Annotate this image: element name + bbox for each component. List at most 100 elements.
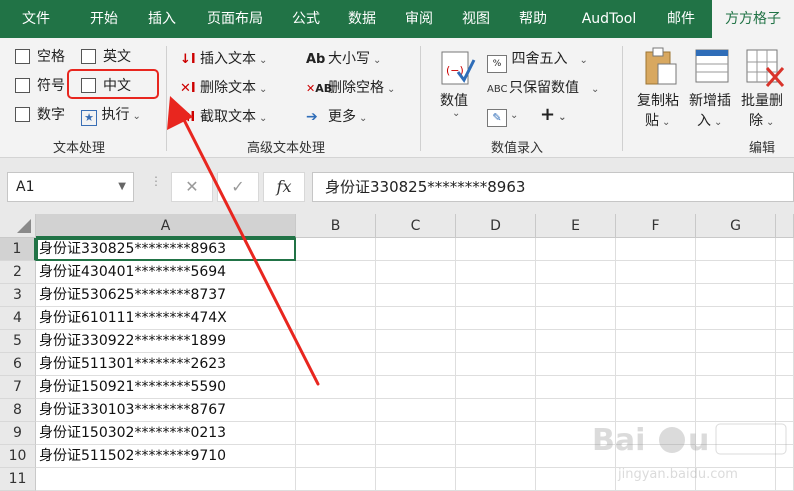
cell-empty[interactable] — [376, 353, 456, 376]
cell-a[interactable]: 身份证530625********8737 — [36, 284, 296, 307]
delete-spaces-button[interactable]: ✕AB删除空格 ⌄ — [306, 77, 395, 97]
english-checkbox[interactable] — [81, 49, 96, 64]
cell-empty[interactable] — [376, 376, 456, 399]
column-header-d[interactable]: D — [456, 214, 536, 238]
cell-empty[interactable] — [536, 330, 616, 353]
tab-review[interactable]: 审阅 — [394, 0, 444, 38]
select-all-corner[interactable] — [0, 214, 36, 238]
tab-home[interactable]: 开始 — [78, 0, 130, 38]
copy-paste-button[interactable]: 复制粘 贴 ⌄ — [637, 90, 679, 130]
cell-empty[interactable] — [536, 284, 616, 307]
cell-empty[interactable] — [456, 307, 536, 330]
tab-fangfang[interactable]: 方方格子 — [712, 0, 794, 38]
cell-empty[interactable] — [616, 284, 696, 307]
cancel-button[interactable]: ✕ — [171, 172, 213, 202]
tab-page-layout[interactable]: 页面布局 — [195, 0, 275, 38]
cell-empty[interactable] — [296, 238, 376, 261]
cell-empty[interactable] — [296, 261, 376, 284]
tab-view[interactable]: 视图 — [451, 0, 501, 38]
row-header[interactable]: 3 — [0, 284, 36, 307]
cell-empty[interactable] — [616, 307, 696, 330]
cell-empty[interactable] — [296, 376, 376, 399]
tab-insert[interactable]: 插入 — [136, 0, 188, 38]
row-header[interactable]: 1 — [0, 238, 36, 261]
cell-empty[interactable] — [296, 422, 376, 445]
cell-a[interactable]: 身份证330825********8963 — [36, 238, 296, 261]
cell-a[interactable]: 身份证430401********5694 — [36, 261, 296, 284]
cell-empty[interactable] — [536, 376, 616, 399]
cell-empty[interactable] — [376, 468, 456, 491]
cell-empty[interactable] — [456, 353, 536, 376]
row-header[interactable]: 8 — [0, 399, 36, 422]
cell-empty[interactable] — [296, 445, 376, 468]
cell-empty[interactable] — [376, 284, 456, 307]
row-header[interactable]: 6 — [0, 353, 36, 376]
confirm-button[interactable]: ✓ — [217, 172, 259, 202]
cell-empty[interactable] — [776, 261, 794, 284]
cell-empty[interactable] — [376, 307, 456, 330]
cell-a[interactable]: 身份证330103********8767 — [36, 399, 296, 422]
cell-empty[interactable] — [376, 330, 456, 353]
value-button[interactable]: 数值 — [440, 90, 468, 110]
cell-empty[interactable] — [776, 307, 794, 330]
symbol-checkbox[interactable] — [15, 78, 30, 93]
cell-empty[interactable] — [296, 399, 376, 422]
cell-empty[interactable] — [296, 284, 376, 307]
cell-a[interactable]: 身份证150302********0213 — [36, 422, 296, 445]
cell-a[interactable]: 身份证150921********5590 — [36, 376, 296, 399]
cell-empty[interactable] — [696, 307, 776, 330]
cell-empty[interactable] — [456, 284, 536, 307]
number-checkbox[interactable] — [15, 107, 30, 122]
column-header-b[interactable]: B — [296, 214, 376, 238]
add-insert-button[interactable]: 新增插 入 ⌄ — [689, 90, 731, 130]
cell-empty[interactable] — [616, 330, 696, 353]
cell-empty[interactable] — [456, 330, 536, 353]
cell-empty[interactable] — [776, 353, 794, 376]
cell-empty[interactable] — [376, 261, 456, 284]
drag-handle-icon[interactable]: ⋮ — [150, 175, 162, 187]
row-header[interactable]: 11 — [0, 468, 36, 491]
cell-a[interactable]: 身份证511502********9710 — [36, 445, 296, 468]
cell-empty[interactable] — [616, 376, 696, 399]
cell-empty[interactable] — [376, 238, 456, 261]
cell-empty[interactable] — [456, 261, 536, 284]
row-header[interactable]: 5 — [0, 330, 36, 353]
cell-empty[interactable] — [456, 399, 536, 422]
cell-empty[interactable] — [456, 376, 536, 399]
edit-pen-button[interactable]: ✎ ⌄ — [487, 106, 518, 127]
cell-empty[interactable] — [536, 261, 616, 284]
batch-delete-button[interactable]: 批量删 除 ⌄ — [741, 90, 783, 130]
case-button[interactable]: Ab 大小写 ⌄ — [306, 48, 381, 68]
cell-a[interactable]: 身份证610111********474X — [36, 307, 296, 330]
cell-empty[interactable] — [456, 468, 536, 491]
cell-a[interactable] — [36, 468, 296, 491]
cell-empty[interactable] — [616, 353, 696, 376]
insert-text-button[interactable]: ↓I 插入文本 ⌄ — [180, 48, 267, 68]
cell-empty[interactable] — [616, 261, 696, 284]
cell-empty[interactable] — [696, 376, 776, 399]
plus-button[interactable]: + ⌄ — [540, 104, 566, 125]
more-button[interactable]: ➔ 更多 ⌄ — [306, 106, 367, 126]
column-header-e[interactable]: E — [536, 214, 616, 238]
row-header[interactable]: 9 — [0, 422, 36, 445]
tab-audtool[interactable]: AudTool — [567, 0, 651, 38]
cell-empty[interactable] — [776, 284, 794, 307]
formula-input[interactable]: 身份证330825********8963 — [312, 172, 794, 202]
cell-a[interactable]: 身份证330922********1899 — [36, 330, 296, 353]
cell-empty[interactable] — [376, 399, 456, 422]
cell-empty[interactable] — [536, 238, 616, 261]
row-header[interactable]: 2 — [0, 261, 36, 284]
row-header[interactable]: 4 — [0, 307, 36, 330]
column-header-g[interactable]: G — [696, 214, 776, 238]
cell-empty[interactable] — [536, 353, 616, 376]
cell-empty[interactable] — [616, 238, 696, 261]
cell-empty[interactable] — [296, 307, 376, 330]
space-checkbox[interactable] — [15, 49, 30, 64]
cell-empty[interactable] — [696, 330, 776, 353]
cell-empty[interactable] — [296, 330, 376, 353]
cell-empty[interactable] — [776, 376, 794, 399]
keep-values-button[interactable]: ABC只保留数值 ⌄ — [487, 77, 599, 97]
cell-empty[interactable] — [376, 445, 456, 468]
fx-button[interactable]: fx — [263, 172, 305, 202]
column-header-c[interactable]: C — [376, 214, 456, 238]
